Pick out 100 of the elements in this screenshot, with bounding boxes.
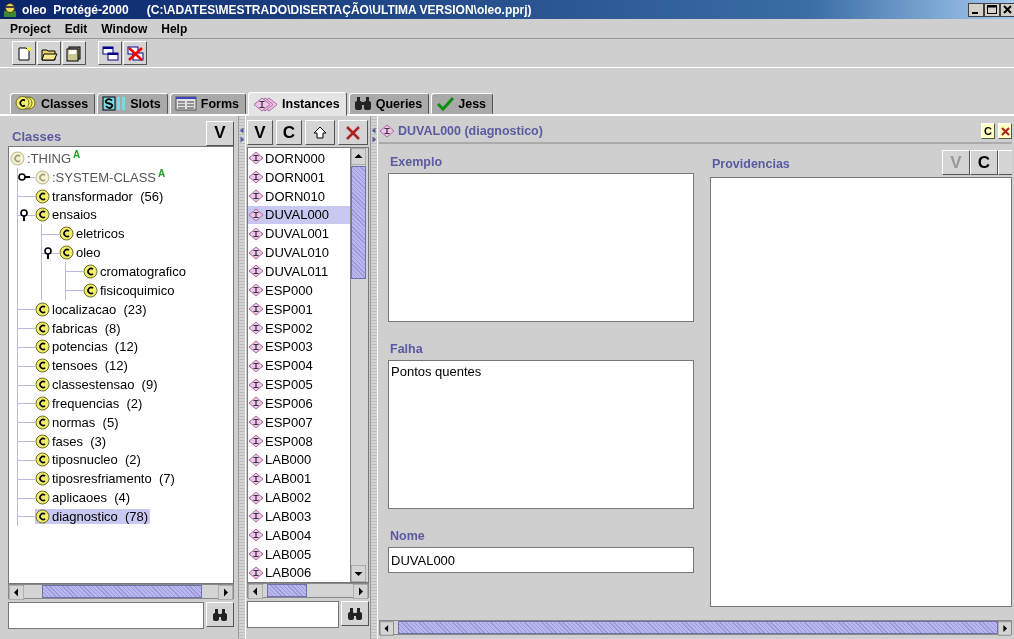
customize-button[interactable]: C [981, 123, 995, 139]
horizontal-scrollbar[interactable] [379, 620, 1012, 635]
vertical-scrollbar[interactable] [350, 148, 368, 582]
scroll-thumb[interactable] [397, 621, 998, 634]
tree-item[interactable]: frequencias (2) [35, 395, 145, 411]
instance-item[interactable]: LAB000 [248, 450, 350, 470]
expand-handle-icon[interactable] [18, 208, 30, 221]
instance-icon [379, 124, 395, 138]
instance-item[interactable]: LAB002 [248, 488, 350, 508]
toolbar-button[interactable] [998, 150, 1012, 175]
toolbar-button[interactable]: C [276, 120, 302, 145]
horizontal-scrollbar[interactable] [8, 584, 234, 599]
slots-icon [102, 95, 127, 112]
instance-item[interactable]: LAB004 [248, 525, 350, 545]
maximize-icon[interactable] [984, 2, 1000, 17]
scroll-thumb[interactable] [267, 584, 307, 597]
instance-icon [248, 566, 264, 580]
binoculars-icon [353, 95, 372, 112]
instance-icon [248, 207, 264, 222]
scroll-left-icon [380, 621, 394, 636]
tree-item[interactable]: :SYSTEM-CLASS [35, 169, 159, 185]
expand-handle-icon[interactable] [18, 171, 30, 184]
field-label: Falha [389, 341, 424, 358]
tab[interactable]: Jess [431, 93, 494, 114]
close-windows-button[interactable] [123, 41, 147, 65]
instance-item[interactable]: ESP007 [248, 412, 350, 432]
tree-item[interactable]: ensaios [35, 207, 99, 223]
text-area[interactable]: Pontos quentes [388, 360, 694, 509]
instance-item[interactable]: LAB001 [248, 469, 350, 489]
scroll-thumb[interactable] [42, 585, 202, 598]
instance-icon [248, 302, 264, 317]
search-field[interactable] [247, 601, 339, 628]
instance-item[interactable]: DORN000 [248, 149, 350, 168]
save-icon [65, 44, 83, 62]
tree-item[interactable]: tiposresfriamento (7) [35, 471, 177, 487]
tree-item[interactable]: localizacao (23) [35, 301, 149, 317]
tab[interactable]: Instances [248, 92, 347, 116]
expand-handle-icon[interactable] [42, 246, 54, 259]
instance-item[interactable]: DORN010 [248, 186, 350, 206]
instance-item[interactable]: DUVAL001 [248, 224, 350, 244]
instance-item[interactable]: DORN001 [248, 167, 350, 187]
minimize-icon[interactable] [968, 2, 984, 17]
tree-item[interactable]: :THING [10, 150, 74, 166]
open-folder-button[interactable] [37, 41, 61, 65]
instance-item[interactable]: LAB003 [248, 507, 350, 526]
save-button[interactable] [62, 41, 86, 65]
tree-item[interactable]: cromatografico [83, 264, 188, 279]
tab[interactable]: Slots [97, 93, 168, 114]
tab[interactable]: Forms [169, 93, 247, 114]
tree-item[interactable]: potencias (12) [35, 339, 140, 355]
delete-button[interactable] [338, 120, 368, 145]
instance-item[interactable]: ESP001 [248, 299, 350, 319]
new-file-button[interactable] [12, 41, 36, 65]
close-icon[interactable] [1000, 2, 1014, 17]
search-field[interactable] [8, 602, 204, 629]
toolbar-button[interactable]: V [247, 120, 273, 145]
class-icon [35, 320, 50, 336]
instance-item[interactable]: LAB006 [248, 563, 350, 582]
tab[interactable]: Classes [10, 93, 96, 114]
instance-item[interactable]: DUVAL011 [248, 262, 350, 281]
instance-item[interactable]: ESP002 [248, 318, 350, 338]
instance-item[interactable]: ESP000 [248, 280, 350, 300]
menu-item[interactable]: Edit [58, 21, 94, 36]
tree-item[interactable]: transformador (56) [35, 188, 166, 204]
tab[interactable]: Queries [348, 93, 430, 114]
view-button[interactable]: V [206, 120, 234, 146]
tree-item[interactable]: oleo [59, 245, 103, 261]
menu-item[interactable]: Window [95, 21, 154, 36]
instance-item[interactable]: ESP003 [248, 337, 350, 357]
instance-item[interactable]: ESP008 [248, 431, 350, 451]
tree-item[interactable]: fases (3) [35, 433, 109, 449]
tree-item[interactable]: tiposnucleo (2) [35, 452, 143, 468]
instance-item[interactable]: ESP006 [248, 393, 350, 413]
toolbar-button[interactable]: C [970, 150, 998, 175]
abstract-marker: A [158, 167, 166, 179]
tree-item[interactable]: fisicoquimico [83, 282, 177, 298]
tree-item[interactable]: eletricos [59, 226, 127, 242]
instance-icon [248, 471, 264, 486]
close-button[interactable] [998, 123, 1012, 139]
reference-button[interactable] [305, 120, 335, 145]
instance-item[interactable]: ESP005 [248, 375, 350, 394]
windows-button[interactable] [98, 41, 122, 65]
class-icon [35, 452, 50, 468]
search-button[interactable] [341, 601, 369, 626]
instance-item[interactable]: LAB005 [248, 544, 350, 564]
menu-item[interactable]: Help [155, 21, 194, 36]
instance-item[interactable]: DUVAL010 [248, 243, 350, 263]
tree-item[interactable]: fabricas (8) [35, 320, 123, 336]
tree-item[interactable]: classestensao (9) [35, 377, 160, 393]
tree-item[interactable]: aplicaoes (4) [35, 490, 133, 506]
instance-item[interactable]: ESP004 [248, 356, 350, 376]
menu-item[interactable]: Project [4, 21, 57, 36]
scroll-thumb[interactable] [351, 166, 366, 279]
text-field[interactable]: DUVAL000 [388, 547, 694, 573]
instance-item[interactable]: DUVAL000 [248, 205, 350, 225]
tree-item[interactable]: normas (5) [35, 414, 121, 430]
instance-icon [248, 151, 264, 166]
tree-item[interactable]: tensoes (12) [35, 358, 130, 374]
tree-item[interactable]: diagnostico (78) [35, 508, 151, 524]
search-button[interactable] [206, 602, 234, 627]
